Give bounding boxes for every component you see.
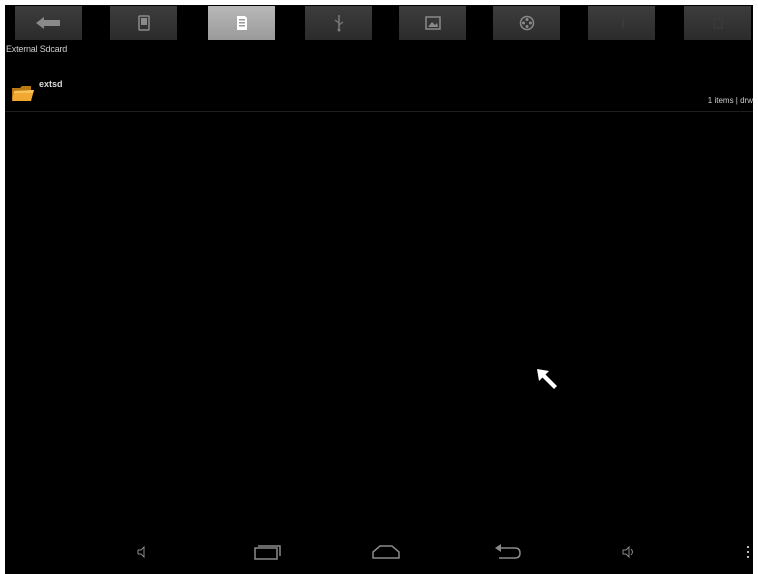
overflow-menu-button[interactable] (730, 538, 753, 566)
mouse-cursor-icon (537, 369, 557, 389)
back-nav-button[interactable] (490, 538, 526, 566)
music-icon (621, 18, 624, 28)
video-button[interactable] (493, 6, 560, 40)
music-button[interactable] (588, 6, 655, 40)
recent-apps-button[interactable] (250, 538, 286, 566)
back-button[interactable] (15, 6, 82, 40)
clipboard-button[interactable] (684, 6, 751, 40)
folder-icon (12, 86, 34, 101)
volume-up-button[interactable] (611, 538, 647, 566)
top-toolbar (5, 5, 753, 41)
phone-storage-icon (137, 15, 150, 31)
home-button[interactable] (368, 538, 404, 566)
clipboard-icon (712, 18, 723, 29)
list-item[interactable]: extsd 1 items | drw (5, 73, 753, 112)
volume-up-icon (622, 545, 633, 559)
back-arrow-icon (35, 17, 60, 29)
volume-down-icon (137, 545, 145, 559)
video-reel-icon (519, 15, 534, 31)
usb-button[interactable] (305, 6, 372, 40)
image-icon (424, 16, 441, 30)
usb-icon (334, 15, 343, 32)
phone-storage-button[interactable] (110, 6, 177, 40)
breadcrumb: External Sdcard (6, 44, 68, 54)
sdcard-icon (236, 16, 247, 30)
back-icon (495, 544, 521, 559)
home-icon (372, 545, 400, 559)
system-nav-bar (5, 530, 753, 574)
file-name: extsd (39, 79, 63, 89)
file-meta: 1 items | drw (707, 96, 753, 105)
volume-down-button[interactable] (124, 538, 160, 566)
recent-apps-icon (254, 545, 281, 560)
image-button[interactable] (399, 6, 466, 40)
sdcard-button[interactable] (208, 6, 275, 40)
overflow-menu-icon (747, 546, 749, 558)
file-manager-screen: External Sdcard extsd 1 items | drw (5, 5, 753, 574)
